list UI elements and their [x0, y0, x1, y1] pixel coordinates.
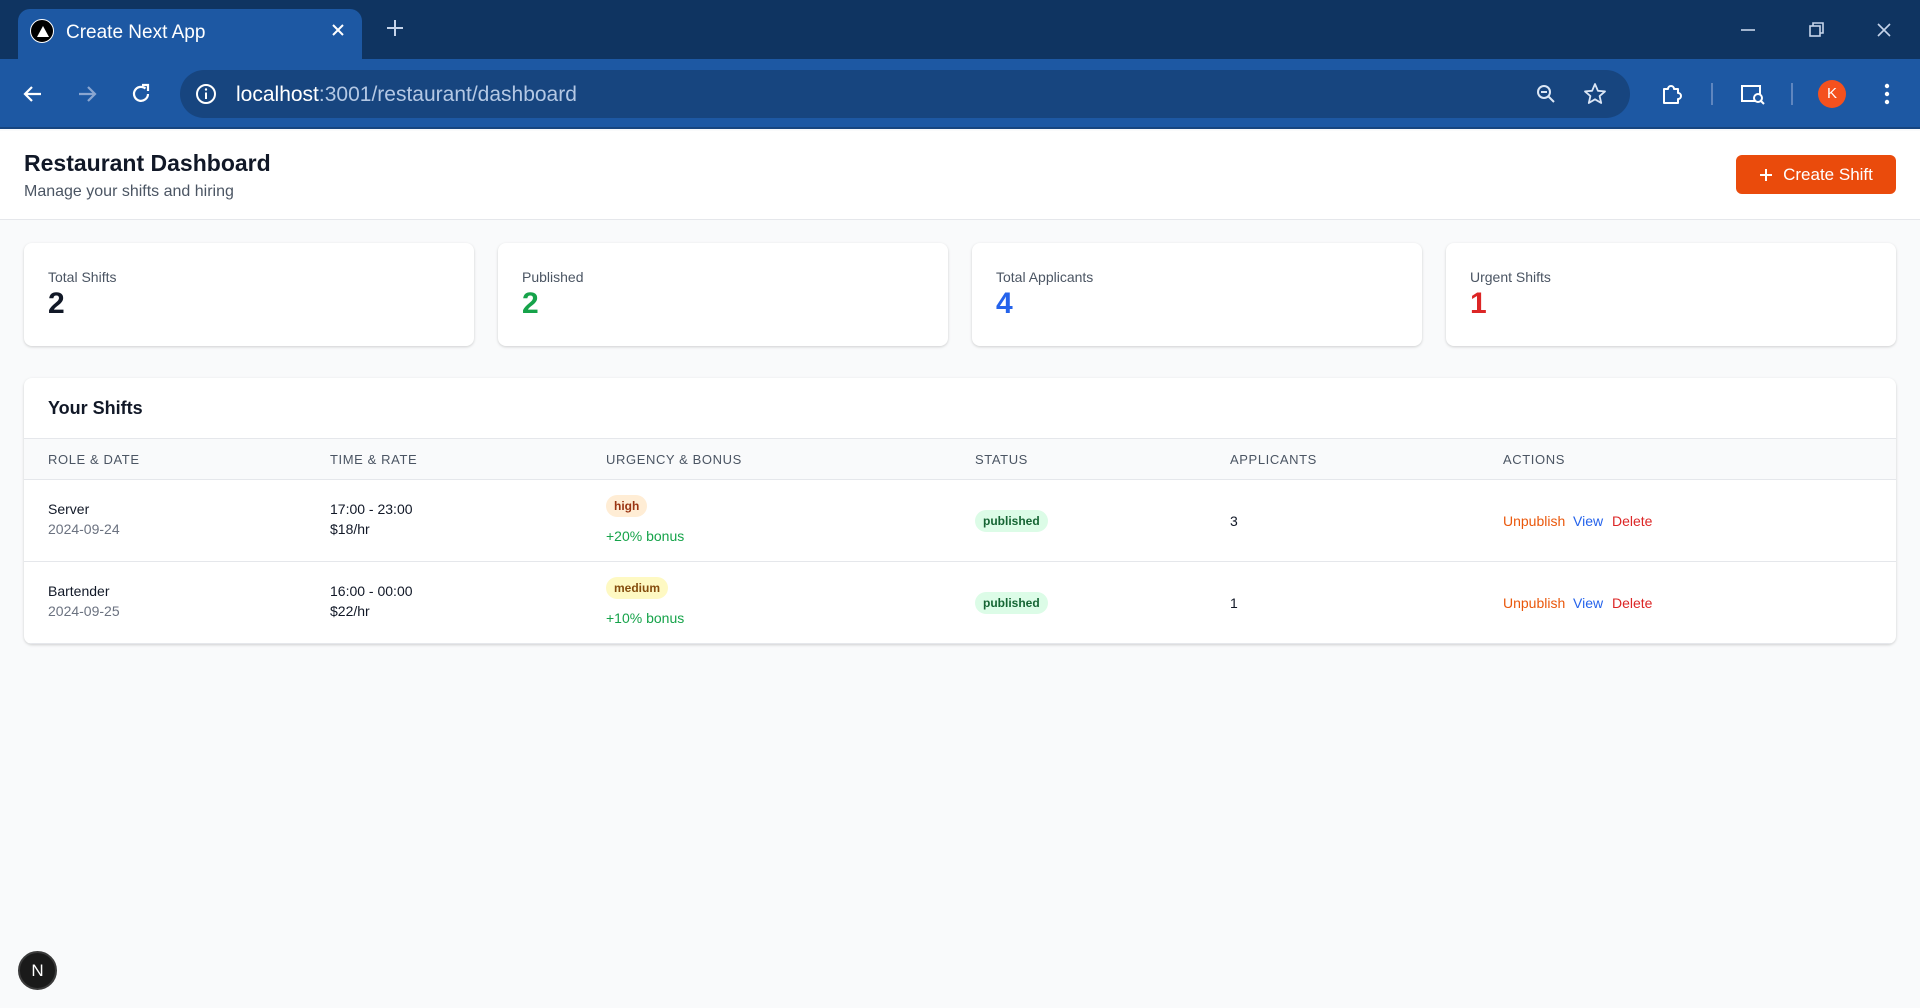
shifts-panel-title: Your Shifts — [48, 398, 143, 418]
zoom-icon[interactable] — [1534, 82, 1558, 106]
bookmark-star-icon[interactable] — [1582, 81, 1608, 107]
browser-tab-bar: Create Next App — [0, 0, 1920, 59]
nextjs-favicon-icon — [30, 19, 54, 43]
status-badge: published — [975, 510, 1048, 532]
column-header-role-date: ROLE & DATE — [48, 452, 140, 467]
extensions-puzzle-icon[interactable] — [1658, 80, 1686, 108]
toolbar-separator — [1711, 83, 1713, 105]
table-header: ROLE & DATE TIME & RATE URGENCY & BONUS … — [24, 438, 1896, 480]
shifts-panel: Your Shifts ROLE & DATE TIME & RATE URGE… — [24, 378, 1896, 644]
profile-avatar[interactable]: K — [1818, 80, 1846, 108]
shift-role: Bartender — [48, 583, 110, 599]
shift-date: 2024-09-25 — [48, 603, 120, 619]
reload-icon[interactable] — [128, 81, 154, 107]
column-header-status: STATUS — [975, 452, 1028, 467]
stat-card-published: Published 2 — [498, 243, 948, 346]
stat-card-urgent-shifts: Urgent Shifts 1 — [1446, 243, 1896, 346]
forward-arrow-icon[interactable] — [74, 81, 100, 107]
shift-time: 16:00 - 00:00 — [330, 583, 413, 599]
stat-label: Total Applicants — [996, 269, 1094, 285]
shift-bonus: +20% bonus — [606, 528, 685, 544]
create-shift-label: Create Shift — [1783, 164, 1873, 184]
url-host: localhost — [236, 83, 319, 106]
nextjs-dev-indicator[interactable]: N — [18, 951, 57, 990]
stat-card-total-applicants: Total Applicants 4 — [972, 243, 1422, 346]
stat-value: 2 — [48, 287, 65, 320]
stat-value: 1 — [1470, 287, 1487, 320]
close-window-icon[interactable] — [1870, 16, 1898, 44]
column-header-actions: ACTIONS — [1503, 452, 1565, 467]
stat-label: Published — [522, 269, 584, 285]
shift-date: 2024-09-24 — [48, 521, 120, 537]
back-arrow-icon[interactable] — [20, 81, 46, 107]
tab-title: Create Next App — [66, 22, 206, 43]
tab-close-icon[interactable] — [328, 20, 348, 40]
column-header-applicants: APPLICANTS — [1230, 452, 1317, 467]
more-menu-icon[interactable] — [1873, 80, 1901, 108]
page-subtitle: Manage your shifts and hiring — [24, 183, 234, 200]
shift-rate: $18/hr — [330, 521, 370, 537]
delete-button[interactable]: Delete — [1612, 513, 1652, 529]
url-path: :3001/restaurant/dashboard — [318, 83, 577, 106]
address-bar[interactable]: localhost:3001/restaurant/dashboard — [180, 70, 1630, 118]
delete-button[interactable]: Delete — [1612, 595, 1652, 611]
urgency-badge: medium — [606, 577, 669, 599]
unpublish-button[interactable]: Unpublish — [1503, 513, 1565, 529]
shift-role: Server — [48, 501, 90, 517]
stat-card-total-shifts: Total Shifts 2 — [24, 243, 474, 346]
minimize-icon[interactable] — [1734, 16, 1762, 44]
stat-label: Urgent Shifts — [1470, 269, 1551, 285]
url-text[interactable]: localhost:3001/restaurant/dashboard — [236, 83, 577, 107]
view-button[interactable]: View — [1573, 595, 1603, 611]
shift-bonus: +10% bonus — [606, 610, 685, 626]
restore-icon[interactable] — [1802, 16, 1830, 44]
shift-time: 17:00 - 23:00 — [330, 501, 413, 517]
applicant-count: 1 — [1230, 595, 1238, 611]
shift-rate: $22/hr — [330, 603, 370, 619]
column-header-urgency-bonus: URGENCY & BONUS — [606, 452, 742, 467]
browser-toolbar: localhost:3001/restaurant/dashboard K — [0, 59, 1920, 129]
table-row: Bartender 2024-09-25 16:00 - 00:00 $22/h… — [24, 562, 1896, 644]
page-header: Restaurant Dashboard Manage your shifts … — [0, 131, 1920, 220]
urgency-badge: high — [606, 495, 648, 517]
site-info-icon[interactable] — [194, 82, 218, 106]
tab-search-icon[interactable] — [1739, 80, 1767, 108]
view-button[interactable]: View — [1573, 513, 1603, 529]
stat-value: 4 — [996, 287, 1013, 320]
create-shift-button[interactable]: Create Shift — [1736, 155, 1896, 194]
stat-label: Total Shifts — [48, 269, 117, 285]
toolbar-separator — [1791, 83, 1793, 105]
applicant-count: 3 — [1230, 513, 1238, 529]
unpublish-button[interactable]: Unpublish — [1503, 595, 1565, 611]
stat-value: 2 — [522, 287, 539, 320]
column-header-time-rate: TIME & RATE — [330, 452, 418, 467]
status-badge: published — [975, 592, 1048, 614]
new-tab-icon[interactable] — [384, 17, 406, 39]
table-row: Server 2024-09-24 17:00 - 23:00 $18/hr h… — [24, 480, 1896, 562]
page-title: Restaurant Dashboard — [24, 150, 271, 176]
browser-tab[interactable]: Create Next App — [18, 9, 362, 59]
plus-icon — [1760, 168, 1773, 181]
